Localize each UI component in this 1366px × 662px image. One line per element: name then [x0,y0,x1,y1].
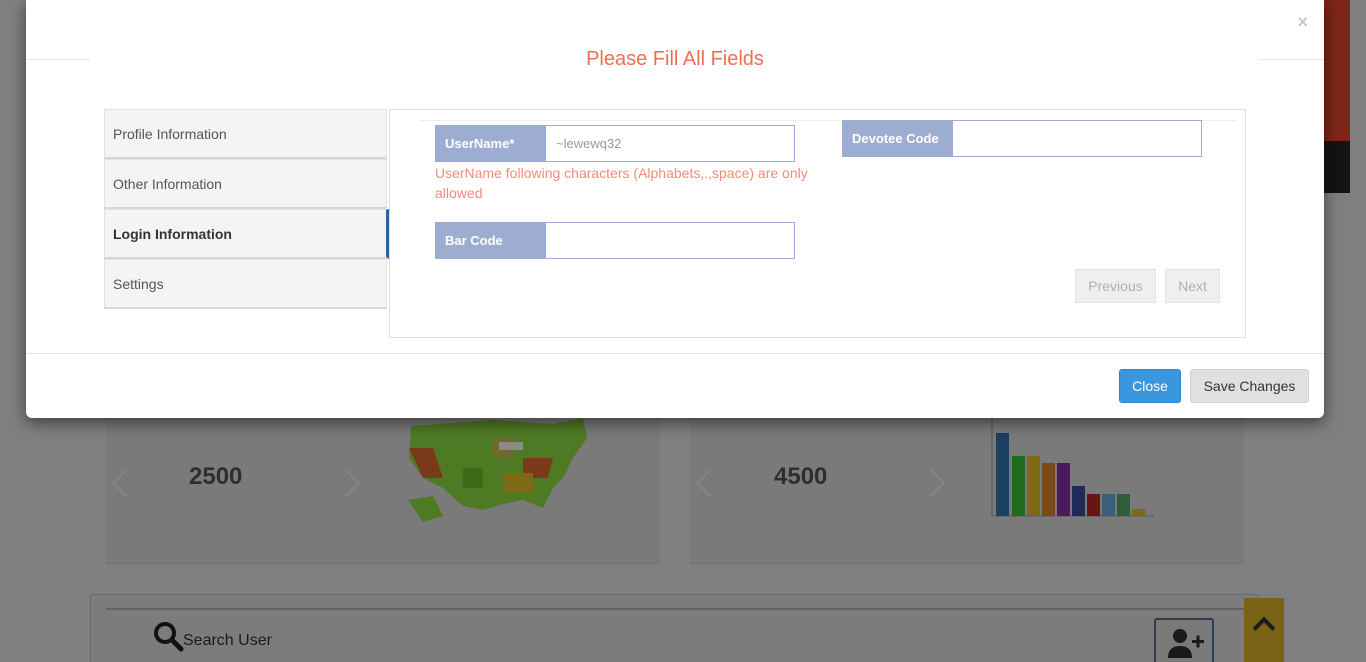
devotee-code-label: Devotee Code [842,120,952,157]
bar-code-input[interactable] [545,222,795,259]
tab-login-information[interactable]: Login Information [104,209,389,259]
bar-chart [991,418,1154,517]
us-map-chart [408,418,587,522]
devotee-code-field: Devotee Code [842,120,1202,157]
tab-label: Login Information [113,225,232,242]
username-error-message: UserName following characters (Alphabets… [435,165,808,201]
bar-code-field: Bar Code [435,222,795,259]
bar-code-label: Bar Code [435,222,545,259]
stat-value-left: 2500 [189,463,243,490]
divider [106,608,1246,610]
stat-value-right: 4500 [774,463,828,490]
devotee-code-input[interactable] [952,120,1202,157]
username-field: UserName* [435,125,795,162]
close-button[interactable]: Close [1119,369,1181,403]
search-user-label: Search User [183,632,272,649]
search-icon [154,622,184,652]
previous-button[interactable]: Previous [1075,269,1156,303]
username-input[interactable] [545,125,795,162]
add-user-icon [1168,629,1204,658]
form-tabs: Profile Information Other Information Lo… [104,109,389,309]
next-button[interactable]: Next [1165,269,1220,303]
search-user-panel [90,594,1260,662]
modal-title: Please Fill All Fields [586,48,764,70]
tab-settings[interactable]: Settings [104,259,387,309]
scroll-to-top-button[interactable] [1244,598,1284,662]
add-user-button[interactable] [1154,618,1214,662]
tab-profile-information[interactable]: Profile Information [104,109,387,159]
tab-label: Settings [113,275,164,292]
modal-footer-divider [26,353,1324,354]
background-stat-card-right [690,418,1244,564]
tab-other-information[interactable]: Other Information [104,159,387,209]
tab-label: Profile Information [113,125,227,142]
username-label: UserName* [435,125,545,162]
tab-label: Other Information [113,175,222,192]
save-changes-button[interactable]: Save Changes [1190,369,1309,403]
close-icon[interactable]: × [1297,12,1308,33]
chevron-up-icon [1252,616,1276,640]
